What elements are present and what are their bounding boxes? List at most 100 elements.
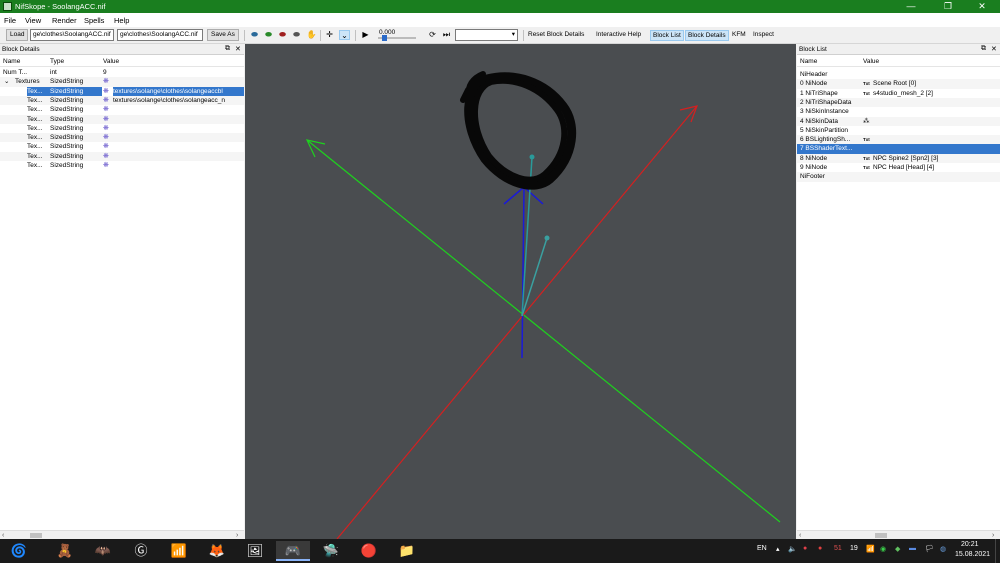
table-row[interactable]: Tex... SizedString ❋ [0, 151, 244, 161]
tray-app-icon[interactable]: ● [818, 545, 822, 552]
table-row[interactable]: Num T... int 9 [0, 68, 244, 77]
tray-counter[interactable]: 51 [834, 545, 842, 552]
3d-viewport[interactable] [245, 44, 796, 540]
table-row[interactable]: Tex... SizedString ❋ textures\solange\cloth… [0, 86, 244, 96]
table-row[interactable]: 8 NiNode Txt NPC Spine2 [Spn2] [3] [797, 153, 1000, 163]
scrollbar-thumb[interactable] [30, 533, 42, 538]
load-path-field[interactable]: ge\clothes\SoolangACC.nif [30, 29, 114, 41]
view-top-icon[interactable]: ⬬ [277, 30, 288, 40]
save-as-button[interactable]: Save As [207, 29, 239, 41]
menu-view[interactable]: View [25, 16, 41, 25]
table-row[interactable]: 6 BSLightingSh... Txt [797, 135, 1000, 145]
taskbar-app-button[interactable]: 🦇 [86, 541, 120, 561]
table-row[interactable]: Tex... SizedString ❋ [0, 114, 244, 124]
column-name[interactable]: Name [3, 58, 20, 65]
block-list-toggle[interactable]: Block List [650, 30, 684, 41]
interactive-help-button[interactable]: Interactive Help [596, 31, 641, 38]
load-button[interactable]: Load [6, 29, 29, 41]
close-icon[interactable]: ✕ [235, 45, 241, 53]
tray-app-icon[interactable]: ◍ [940, 545, 946, 553]
cell-value[interactable]: textures\solange\clothes\solangeacc_n [113, 96, 244, 105]
show-desktop-button[interactable] [995, 539, 1000, 563]
horizontal-scrollbar[interactable]: ‹ › [797, 530, 1000, 539]
wifi-icon[interactable]: 📶 [866, 545, 875, 553]
axis-icon[interactable]: ✛ [324, 30, 335, 40]
menu-spells[interactable]: Spells [84, 16, 104, 25]
float-icon[interactable]: ⧉ [225, 45, 230, 53]
kfm-button[interactable]: KFM [732, 31, 746, 38]
menu-file[interactable]: File [4, 16, 16, 25]
table-row[interactable]: 5 NiSkinPartition [797, 126, 1000, 135]
taskbar-app-button[interactable]: 🦊 [200, 541, 234, 561]
play-icon[interactable]: ▶ [360, 30, 371, 40]
volume-icon[interactable]: 🔈 [788, 545, 797, 553]
taskbar-app-button[interactable]: 🛸 [314, 541, 348, 561]
loop-icon[interactable]: ⟳ [427, 30, 438, 40]
table-row[interactable]: 9 NiNode Txt NPC Head [Head] [4] [797, 163, 1000, 172]
tray-app-icon[interactable]: ◉ [880, 545, 886, 553]
cell-type: SizedString [50, 134, 84, 142]
table-row[interactable]: 7 BSShaderText... [797, 144, 1000, 154]
tray-up-icon[interactable]: ▴ [776, 545, 780, 553]
taskbar-app-button[interactable]: Ⓖ [124, 541, 158, 561]
table-row[interactable]: Tex... SizedString ❋ textures\solange\cloth… [0, 95, 244, 106]
menu-render[interactable]: Render [52, 16, 77, 25]
close-icon[interactable]: ✕ [991, 45, 997, 53]
taskbar-app-button[interactable]: 📁 [390, 541, 424, 561]
column-type[interactable]: Type [50, 58, 64, 65]
time-slider[interactable] [378, 35, 416, 41]
clock-time[interactable]: 20:21 [961, 541, 979, 548]
table-row[interactable]: 2 NiTriShapeData [797, 97, 1000, 108]
taskbar-app-button[interactable]: 🖼 [238, 541, 272, 561]
animation-select[interactable]: ▾ [455, 29, 518, 41]
save-path-field[interactable]: ge\clothes\SoolangACC.nif [117, 29, 203, 41]
float-icon[interactable]: ⧉ [981, 45, 986, 53]
tray-app-icon[interactable]: ● [803, 545, 807, 552]
view-dropdown-icon[interactable]: ⌄ [339, 30, 350, 40]
table-row[interactable]: 3 NiSkinInstance [797, 107, 1000, 116]
table-row[interactable]: 1 NiTriShape Txt s4studio_mesh_2 [2] [797, 89, 1000, 98]
table-row[interactable]: 0 NiNode Txt Scene Root [0] [797, 79, 1000, 89]
column-value[interactable]: Value [863, 58, 879, 65]
minimize-button[interactable]: — [893, 0, 929, 13]
table-row[interactable]: ⌄ Textures SizedString ❋ [0, 77, 244, 87]
table-row[interactable]: NiFooter [797, 172, 1000, 182]
column-value[interactable]: Value [103, 58, 119, 65]
view-side-icon[interactable]: ⬬ [263, 30, 274, 40]
switch-icon[interactable]: ⏭ [441, 30, 452, 40]
cell-value[interactable]: 9 [103, 68, 244, 77]
tray-counter[interactable]: 19 [850, 545, 858, 552]
taskbar-app-button[interactable]: 🔴 [352, 541, 386, 561]
table-row[interactable]: 4 NiSkinData ⁂ [797, 116, 1000, 126]
menu-help[interactable]: Help [114, 16, 129, 25]
scrollbar-thumb[interactable] [875, 533, 887, 538]
clock-date[interactable]: 15.08.2021 [955, 551, 990, 558]
walk-icon[interactable]: ✋ [306, 30, 317, 40]
tray-app-icon[interactable]: ◆ [895, 545, 900, 553]
table-row[interactable]: Tex... SizedString ❋ [0, 124, 244, 133]
reset-block-details-button[interactable]: Reset Block Details [528, 31, 584, 38]
horizontal-scrollbar[interactable]: ‹ › [0, 530, 244, 539]
tray-app-icon[interactable]: ▬ [909, 545, 916, 552]
table-row[interactable]: NiHeader [797, 70, 1000, 79]
view-front-icon[interactable]: ⬬ [249, 30, 260, 40]
table-row[interactable]: Tex... SizedString ❋ [0, 105, 244, 114]
close-button[interactable]: ✕ [964, 0, 1000, 13]
language-indicator[interactable]: EN [757, 545, 767, 552]
view-user-icon[interactable]: ⬬ [291, 30, 302, 40]
flag-icon[interactable]: 🏳 [925, 545, 934, 553]
expander-icon[interactable]: ⌄ [4, 77, 9, 86]
time-slider-handle[interactable] [382, 35, 387, 41]
table-row[interactable]: Tex... SizedString ❋ [0, 133, 244, 143]
taskbar-app-button[interactable]: 📶 [162, 541, 196, 561]
taskbar-app-button[interactable]: 🧸 [48, 541, 82, 561]
taskbar-app-button[interactable]: 🎮 [276, 541, 310, 561]
table-row[interactable]: Tex... SizedString ❋ [0, 161, 244, 170]
start-button[interactable]: 🌀 [2, 541, 36, 561]
inspect-button[interactable]: Inspect [753, 31, 774, 38]
block-details-toggle[interactable]: Block Details [685, 30, 729, 41]
maximize-button[interactable]: ❐ [930, 0, 966, 13]
cell-value[interactable]: textures\solange\clothes\solangeaccbl [113, 86, 244, 96]
table-row[interactable]: Tex... SizedString ❋ [0, 142, 244, 151]
column-name[interactable]: Name [800, 58, 817, 65]
